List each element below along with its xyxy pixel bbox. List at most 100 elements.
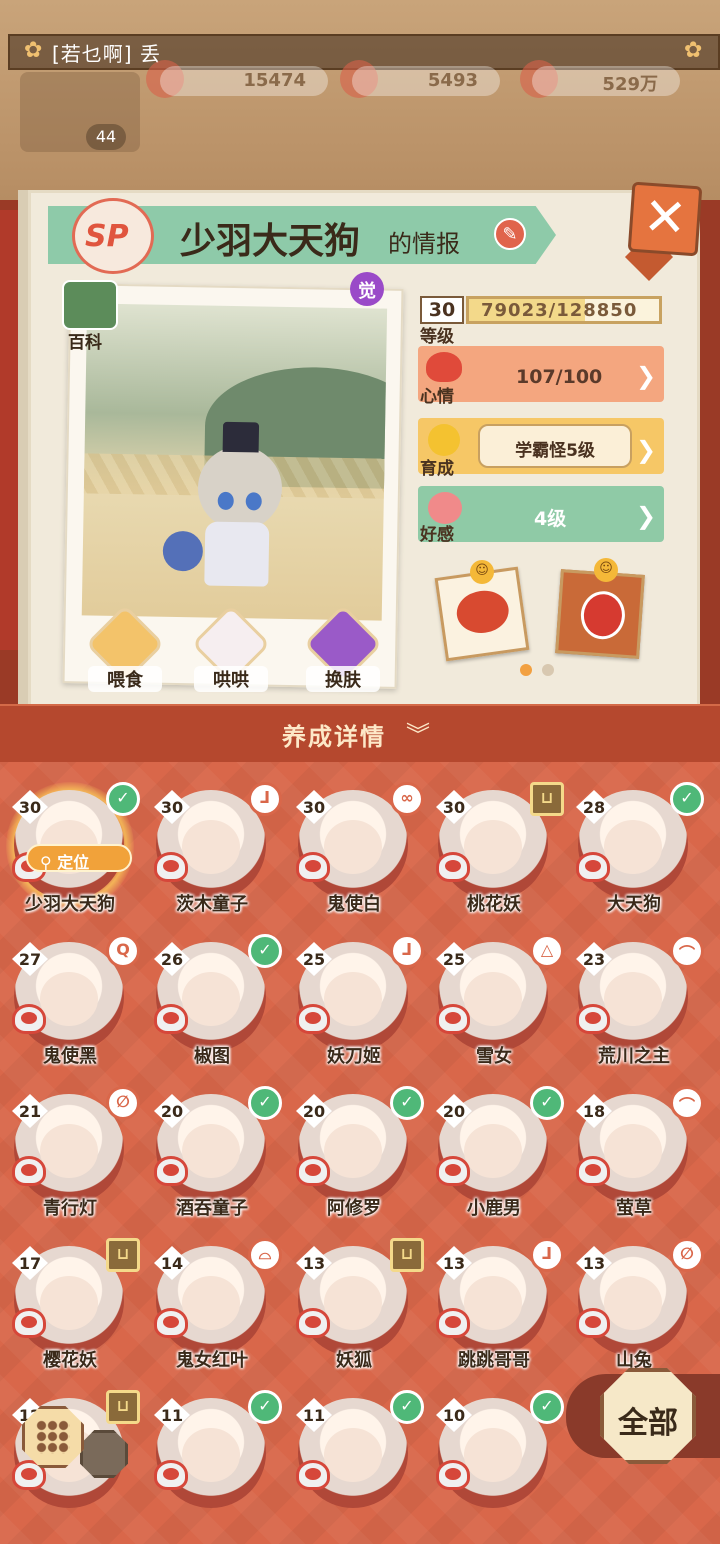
portrait-face: [464, 1124, 522, 1178]
shikigami-card[interactable]: 13 ᒧ 跳跳哥哥: [424, 1232, 564, 1382]
feed-button[interactable]: 喂食: [85, 604, 165, 692]
heart-icon: [154, 1156, 188, 1186]
card-name: 小鹿男: [467, 1198, 521, 1219]
check-icon: ✓: [530, 1390, 564, 1424]
shikigami-card[interactable]: 28 ✓ 大天狗: [564, 776, 704, 926]
portrait-face: [182, 1276, 240, 1330]
double-chevron-down-icon[interactable]: ︾: [406, 715, 430, 750]
top-resource-bar: ✿ [若乜啊] 丢 ✿ 44 15474 5493 529万: [0, 0, 720, 200]
shikigami-card[interactable]: 11 ✓: [142, 1384, 282, 1534]
grid-dots-icon: [36, 1420, 70, 1454]
shikigami-card[interactable]: 13 ⊔ 妖狐: [284, 1232, 424, 1382]
card-name: 妖刀姬: [327, 1046, 381, 1067]
portrait-face: [464, 820, 522, 874]
portrait-face: [324, 820, 382, 874]
portrait-face: [464, 1428, 522, 1482]
page-dot[interactable]: [542, 664, 554, 676]
encyclopedia-label: 百科: [68, 333, 102, 353]
close-button[interactable]: ✕: [627, 181, 703, 257]
shikigami-card[interactable]: 20 ✓ 小鹿男: [424, 1080, 564, 1230]
affection-label: 好感: [420, 525, 454, 545]
ring-icon: ᒧ: [390, 934, 424, 968]
shikigami-card[interactable]: 20 ✓ 阿修罗: [284, 1080, 424, 1230]
details-label: 养成详情: [282, 723, 386, 751]
shikigami-card[interactable]: 30 ᒧ 茨木童子: [142, 776, 282, 926]
check-icon: ✓: [106, 782, 140, 816]
shikigami-card[interactable]: 23 ⌒ 荒川之主: [564, 928, 704, 1078]
heart-icon: [576, 852, 610, 882]
shikigami-name: 少羽大天狗: [180, 221, 361, 262]
shikigami-card[interactable]: 10 ✓: [424, 1384, 564, 1534]
portrait-face: [604, 1124, 662, 1178]
card-name: 少羽大天狗: [25, 894, 115, 915]
filter-all-button[interactable]: 全部: [600, 1368, 696, 1464]
portrait-face: [40, 972, 98, 1026]
shikigami-card[interactable]: 18 ⌒ 萤草: [564, 1080, 704, 1230]
heart-icon: [154, 1004, 188, 1034]
shikigami-card[interactable]: 30 ∞ 鬼使白: [284, 776, 424, 926]
feed-label: 喂食: [88, 666, 162, 692]
page-dot-active[interactable]: [520, 664, 532, 676]
locate-label: 定位: [57, 853, 90, 872]
card-name: 青行灯: [43, 1198, 97, 1219]
book-icon: [62, 280, 118, 330]
gift-card-daruma[interactable]: [555, 569, 645, 659]
shikigami-chibi[interactable]: [162, 421, 295, 597]
chibi-hat: [222, 421, 260, 453]
card-name: 樱花妖: [43, 1350, 97, 1371]
awaken-icon: 觉: [350, 272, 384, 306]
encyclopedia-button[interactable]: 百科: [58, 280, 122, 353]
shikigami-card[interactable]: 21 ∅ 青行灯: [0, 1080, 140, 1230]
shikigami-card[interactable]: 30 ⊔ 桃花妖: [424, 776, 564, 926]
portrait-face: [182, 1124, 240, 1178]
background-scene: [81, 303, 388, 621]
stand-icon: ⊔: [390, 1238, 424, 1272]
flower-icon-right: ✿: [684, 38, 703, 63]
shikigami-card[interactable]: 11 ✓: [284, 1384, 424, 1534]
card-name: 雪女: [476, 1046, 512, 1067]
heart-icon: [12, 1156, 46, 1186]
affection-value: 4级: [534, 508, 567, 530]
card-name: 阿修罗: [327, 1198, 381, 1219]
heart-icon: [576, 1156, 610, 1186]
portrait-face: [40, 1276, 98, 1330]
shikigami-card[interactable]: 30 ✓ ⚲ 定位 少羽大天狗: [0, 776, 140, 926]
portrait-face: [40, 1124, 98, 1178]
skin-label: 换肤: [306, 666, 380, 692]
heart-icon: [154, 1308, 188, 1338]
card-name: 妖狐: [336, 1350, 372, 1371]
portrait-face: [464, 1276, 522, 1330]
level-value: 30: [420, 296, 464, 324]
coax-button[interactable]: 哄哄: [191, 604, 271, 692]
heart-icon: [154, 852, 188, 882]
player-name: [若乜啊] 丢: [52, 42, 161, 66]
shikigami-card[interactable]: 25 ᒧ 妖刀姬: [284, 928, 424, 1078]
portrait-face: [604, 1276, 662, 1330]
shikigami-card[interactable]: 17 ⊔ 樱花妖: [0, 1232, 140, 1382]
locate-button[interactable]: ⚲ 定位: [26, 844, 132, 872]
stand-icon: ⊔: [106, 1390, 140, 1424]
title-suffix: 的情报: [388, 230, 460, 258]
stand-icon: ⊔: [106, 1238, 140, 1272]
ring-icon: ᒧ: [248, 782, 282, 816]
ring-icon: ⌒: [670, 934, 704, 968]
card-name: 茨木童子: [176, 894, 248, 915]
mood-chevron-icon: ❯: [636, 362, 657, 390]
mood-label: 心情: [420, 387, 454, 407]
shikigami-card[interactable]: 14 ⌓ 鬼女红叶: [142, 1232, 282, 1382]
edit-icon[interactable]: ✎: [494, 218, 526, 250]
ring-icon: △: [530, 934, 564, 968]
shikigami-card[interactable]: 25 △ 雪女: [424, 928, 564, 1078]
heart-icon: [436, 1460, 470, 1490]
shikigami-card[interactable]: 20 ✓ 酒吞童子: [142, 1080, 282, 1230]
shikigami-card[interactable]: 27 Q 鬼使黑: [0, 928, 140, 1078]
level-label: 等级: [420, 327, 454, 347]
shikigami-card[interactable]: 13 ∅ 山兔: [564, 1232, 704, 1382]
skin-button[interactable]: 换肤: [303, 604, 383, 692]
card-name: 大天狗: [607, 894, 661, 915]
check-icon: ✓: [390, 1390, 424, 1424]
shikigami-card[interactable]: 26 ✓ 椒图: [142, 928, 282, 1078]
card-name: 鬼女红叶: [176, 1350, 248, 1371]
portrait-face: [604, 820, 662, 874]
ring-icon: ∅: [106, 1086, 140, 1120]
